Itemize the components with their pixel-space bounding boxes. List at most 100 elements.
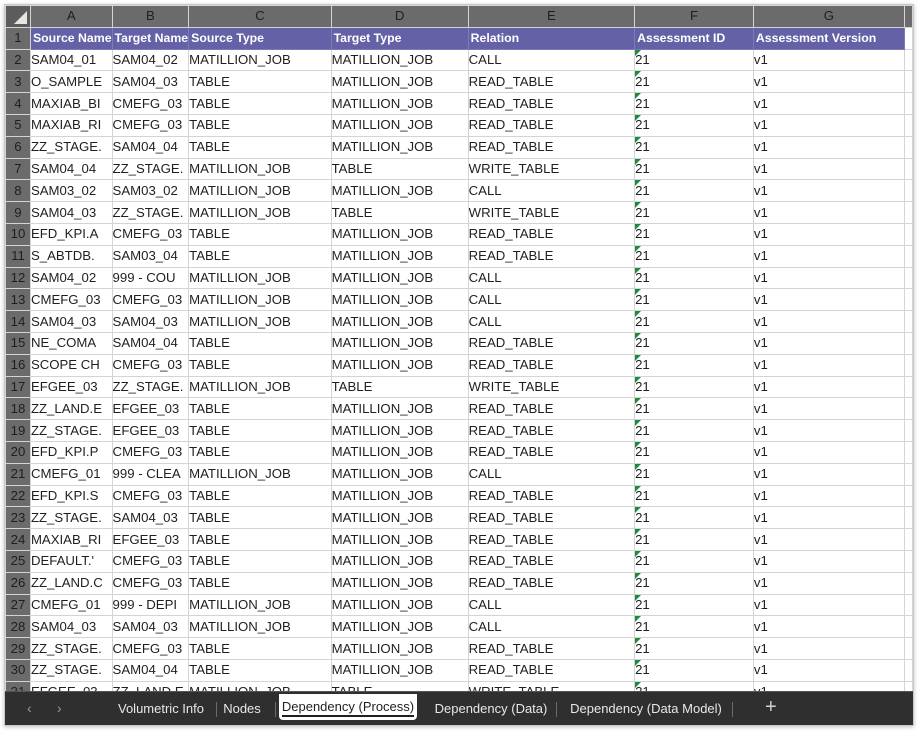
header-cell[interactable]: Target Type: [330, 26, 469, 50]
table-cell[interactable]: CMEFG_03: [111, 484, 190, 508]
table-cell[interactable]: MATILLION_JOB: [330, 310, 469, 333]
table-cell[interactable]: TABLE: [330, 201, 469, 224]
header-cell[interactable]: Assessment ID: [634, 26, 754, 50]
table-cell[interactable]: SAM04_01: [29, 48, 113, 72]
table-cell[interactable]: EFD_KPI.S: [29, 484, 113, 508]
table-cell[interactable]: 21: [634, 615, 754, 639]
table-cell[interactable]: CALL: [467, 615, 636, 639]
table-cell[interactable]: v1: [752, 658, 905, 682]
table-cell[interactable]: EFGEE_03: [29, 375, 113, 399]
table-cell[interactable]: SAM04_02: [29, 266, 113, 290]
table-cell[interactable]: MATILLION_JOB: [188, 593, 332, 617]
table-cell[interactable]: TABLE: [188, 70, 332, 94]
table-cell[interactable]: ZZ_STAGE.: [29, 506, 113, 530]
table-cell[interactable]: READ_TABLE: [467, 637, 636, 660]
table-cell[interactable]: READ_TABLE: [467, 331, 636, 355]
table-cell[interactable]: 21: [634, 113, 754, 137]
table-cell[interactable]: v1: [752, 506, 905, 530]
table-cell[interactable]: v1: [752, 222, 905, 246]
table-cell[interactable]: ZZ_LAND.E: [111, 680, 190, 691]
row-header[interactable]: 10: [5, 222, 31, 246]
table-cell[interactable]: WRITE_TABLE: [467, 201, 636, 224]
table-cell[interactable]: TABLE: [188, 637, 332, 660]
table-cell[interactable]: ZZ_LAND.E: [29, 397, 113, 421]
table-cell[interactable]: WRITE_TABLE: [467, 157, 636, 181]
table-cell[interactable]: MATILLION_JOB: [330, 440, 469, 464]
table-cell[interactable]: 21: [634, 375, 754, 399]
table-cell[interactable]: MATILLION_JOB: [330, 353, 469, 377]
table-cell[interactable]: 21: [634, 637, 754, 660]
table-cell[interactable]: TABLE: [188, 658, 332, 682]
table-cell[interactable]: 999 - CLEA: [111, 462, 190, 486]
table-cell[interactable]: v1: [752, 637, 905, 660]
table-cell[interactable]: v1: [752, 135, 905, 159]
row-header[interactable]: 16: [5, 353, 31, 377]
row-header[interactable]: 11: [5, 244, 31, 268]
column-header-e[interactable]: E: [467, 5, 636, 28]
table-cell[interactable]: 21: [634, 593, 754, 617]
table-cell[interactable]: ZZ_STAGE.: [29, 637, 113, 660]
row-header[interactable]: 18: [5, 397, 31, 421]
column-header-f[interactable]: F: [634, 5, 754, 28]
worksheet-grid[interactable]: ABCDEFG 1 Source Name Target Name Source Ty…: [5, 5, 913, 691]
table-cell[interactable]: CMEFG_03: [111, 222, 190, 246]
table-cell[interactable]: SAM04_03: [29, 310, 113, 333]
table-cell[interactable]: MATILLION_JOB: [330, 266, 469, 290]
row-header[interactable]: 6: [5, 135, 31, 159]
table-cell[interactable]: MATILLION_JOB: [188, 179, 332, 203]
table-cell[interactable]: 21: [634, 70, 754, 94]
table-cell[interactable]: READ_TABLE: [467, 484, 636, 508]
table-cell[interactable]: EFD_KPI.P: [29, 440, 113, 464]
table-cell[interactable]: SAM04_04: [111, 135, 190, 159]
table-cell[interactable]: WRITE_TABLE: [467, 680, 636, 691]
table-cell[interactable]: 999 - DEPI: [111, 593, 190, 617]
row-header[interactable]: 7: [5, 157, 31, 181]
table-cell[interactable]: 21: [634, 135, 754, 159]
table-cell[interactable]: 21: [634, 353, 754, 377]
table-cell[interactable]: MATILLION_JOB: [330, 92, 469, 115]
table-cell[interactable]: SAM04_03: [111, 70, 190, 94]
row-header[interactable]: 30: [5, 658, 31, 682]
table-cell[interactable]: MATILLION_JOB: [330, 571, 469, 595]
table-cell[interactable]: S_ABTDB.: [29, 244, 113, 268]
table-cell[interactable]: SAM03_04: [111, 244, 190, 268]
table-cell[interactable]: MATILLION_JOB: [188, 288, 332, 312]
header-cell[interactable]: Target Name: [111, 26, 190, 50]
table-cell[interactable]: 999 - COU: [111, 266, 190, 290]
table-cell[interactable]: v1: [752, 92, 905, 115]
table-cell[interactable]: 21: [634, 571, 754, 595]
table-cell[interactable]: CMEFG_03: [111, 549, 190, 573]
row-header[interactable]: 13: [5, 288, 31, 312]
table-cell[interactable]: v1: [752, 549, 905, 573]
table-cell[interactable]: 21: [634, 179, 754, 203]
table-cell[interactable]: MATILLION_JOB: [188, 680, 332, 691]
table-cell[interactable]: 21: [634, 440, 754, 464]
table-cell[interactable]: CALL: [467, 48, 636, 72]
table-cell[interactable]: CMEFG_03: [111, 113, 190, 137]
table-cell[interactable]: MATILLION_JOB: [330, 288, 469, 312]
table-cell[interactable]: MATILLION_JOB: [188, 462, 332, 486]
table-cell[interactable]: v1: [752, 571, 905, 595]
table-cell[interactable]: 21: [634, 484, 754, 508]
table-cell[interactable]: 21: [634, 222, 754, 246]
table-cell[interactable]: MAXIAB_RI: [29, 528, 113, 551]
table-cell[interactable]: 21: [634, 310, 754, 333]
row-header[interactable]: 22: [5, 484, 31, 508]
table-cell[interactable]: MATILLION_JOB: [188, 48, 332, 72]
table-cell[interactable]: v1: [752, 48, 905, 72]
row-header[interactable]: 27: [5, 593, 31, 617]
table-cell[interactable]: v1: [752, 266, 905, 290]
table-cell[interactable]: MATILLION_JOB: [330, 222, 469, 246]
table-cell[interactable]: TABLE: [330, 375, 469, 399]
table-cell[interactable]: ZZ_STAGE.: [29, 658, 113, 682]
header-cell[interactable]: Source Type: [188, 26, 332, 50]
row-header[interactable]: 19: [5, 419, 31, 442]
row-header[interactable]: 28: [5, 615, 31, 639]
row-header[interactable]: 15: [5, 331, 31, 355]
table-cell[interactable]: SAM04_04: [111, 658, 190, 682]
column-header-c[interactable]: C: [188, 5, 332, 28]
table-cell[interactable]: READ_TABLE: [467, 135, 636, 159]
table-cell[interactable]: 21: [634, 157, 754, 181]
table-cell[interactable]: v1: [752, 615, 905, 639]
table-cell[interactable]: DEFAULT.': [29, 549, 113, 573]
